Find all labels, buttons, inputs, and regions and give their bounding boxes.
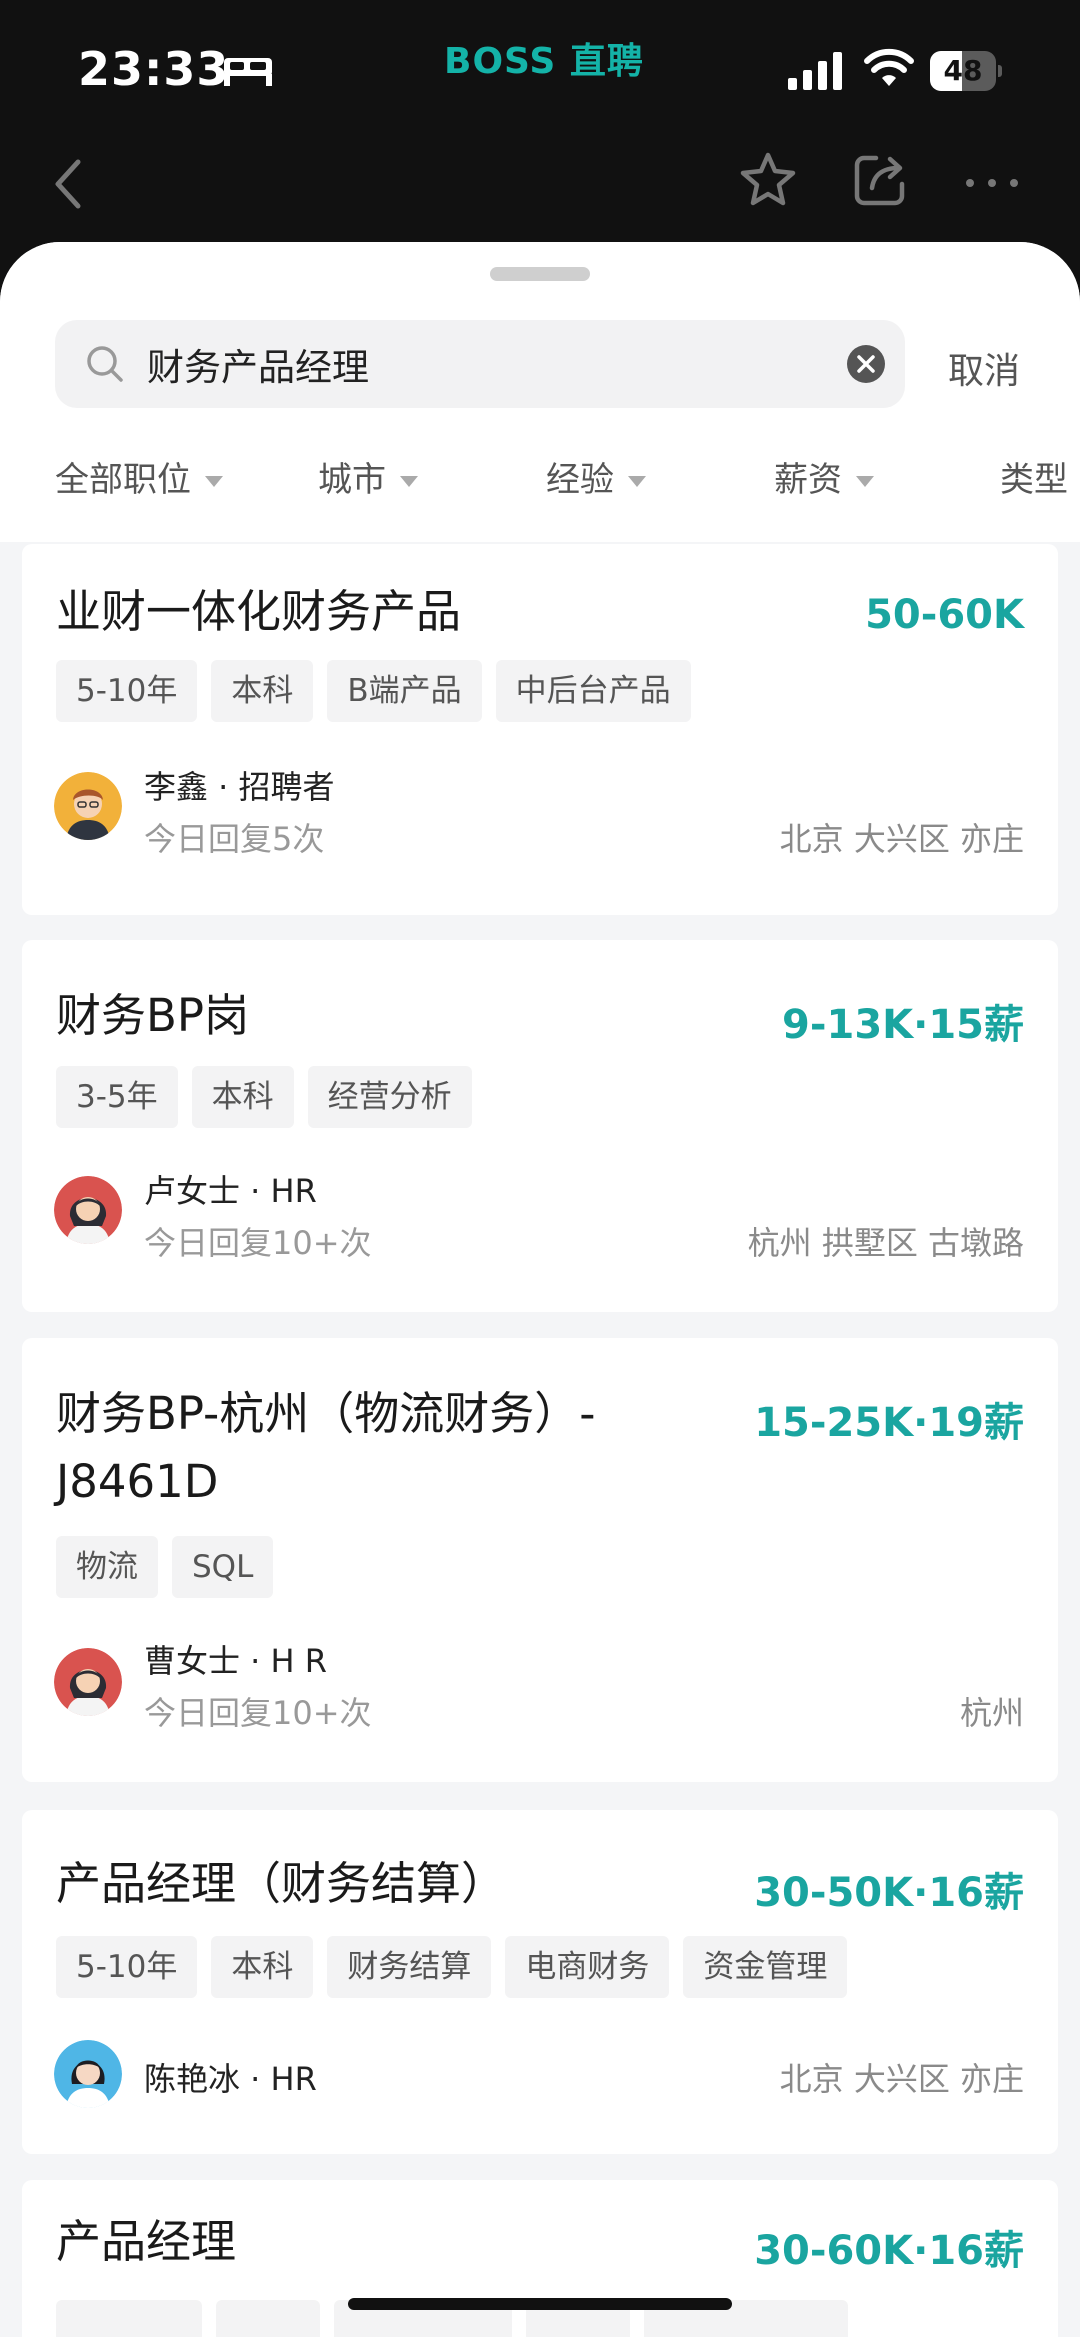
job-tag: 物流 xyxy=(56,1536,158,1598)
sheet-header: 取消 全部职位 城市 经验 薪资 类型 xyxy=(0,242,1080,542)
job-tag: 资金管理 xyxy=(683,1936,848,1998)
app-brand: BOSS 直聘 xyxy=(444,41,644,82)
back-icon[interactable] xyxy=(48,156,88,212)
job-salary: 30-60K·16薪 xyxy=(754,2228,1024,2274)
filter-experience[interactable]: 经验 xyxy=(546,452,646,501)
job-title: 财务BP岗 xyxy=(56,989,250,1042)
recruiter-name: 李鑫 · 招聘者 xyxy=(144,768,335,806)
job-tag xyxy=(216,2300,320,2337)
search-box[interactable] xyxy=(55,320,905,408)
job-title: 业财一体化财务产品 xyxy=(56,585,462,638)
job-tag: 本科 xyxy=(211,1936,314,1998)
job-tags: 5-10年 本科 B端产品 中后台产品 xyxy=(56,660,705,722)
job-tag: 经营分析 xyxy=(307,1066,472,1128)
reply-status: 今日回复5次 xyxy=(144,820,325,858)
job-tags: 5-10年 本科 财务结算 电商财务 资金管理 xyxy=(56,1936,861,1998)
chevron-down-icon xyxy=(628,476,646,487)
job-tag: 财务结算 xyxy=(327,1936,492,1998)
job-tag: 本科 xyxy=(191,1066,294,1128)
cancel-button[interactable]: 取消 xyxy=(948,342,1020,394)
job-location: 北京 大兴区 亦庄 xyxy=(779,820,1024,858)
job-tag xyxy=(56,2300,202,2337)
job-tag: 中后台产品 xyxy=(495,660,691,722)
job-location: 杭州 拱墅区 古墩路 xyxy=(747,1224,1024,1262)
wifi-icon xyxy=(864,48,914,86)
share-icon[interactable] xyxy=(852,152,908,208)
filter-all-positions[interactable]: 全部职位 xyxy=(55,452,223,501)
job-title: 产品经理（财务结算） xyxy=(56,1857,507,1910)
favorite-star-icon[interactable] xyxy=(738,150,798,210)
job-location: 北京 大兴区 亦庄 xyxy=(779,2060,1024,2098)
job-tags: 物流 SQL xyxy=(56,1536,287,1598)
cellular-signal-icon xyxy=(788,52,842,90)
status-bar: 23:33 BOSS 直聘 48 xyxy=(0,0,1080,130)
home-indicator xyxy=(348,2298,732,2310)
job-tag: SQL xyxy=(172,1536,274,1598)
job-salary: 9-13K·15薪 xyxy=(782,1002,1024,1048)
recruiter-name: 曹女士 · H R xyxy=(144,1642,327,1680)
filter-salary[interactable]: 薪资 xyxy=(774,452,874,501)
job-tag: 3-5年 xyxy=(56,1066,178,1128)
job-card[interactable]: 产品经理 30-60K·16薪 xyxy=(22,2180,1058,2337)
search-input[interactable] xyxy=(147,320,787,408)
reply-status: 今日回复10+次 xyxy=(144,1694,372,1732)
job-tags: 3-5年 本科 经营分析 xyxy=(56,1066,486,1128)
reply-status: 今日回复10+次 xyxy=(144,1224,372,1262)
job-tag: B端产品 xyxy=(327,660,482,722)
job-card[interactable]: 财务BP-杭州（物流财务）- J8461D 15-25K·19薪 物流 SQL 曹… xyxy=(22,1338,1058,1782)
battery-indicator: 48 xyxy=(930,51,1002,91)
job-salary: 15-25K·19薪 xyxy=(754,1400,1024,1446)
job-salary: 50-60K xyxy=(865,592,1024,638)
recruiter-name: 陈艳冰 · HR xyxy=(144,2060,317,2098)
job-title: 产品经理 xyxy=(56,2215,237,2268)
job-salary: 30-50K·16薪 xyxy=(754,1870,1024,1916)
job-tag: 5-10年 xyxy=(56,660,198,722)
status-time: 23:33 xyxy=(78,42,230,96)
clear-search-icon[interactable] xyxy=(847,345,885,383)
recruiter-avatar xyxy=(54,1648,122,1716)
job-card[interactable]: 产品经理（财务结算） 30-50K·16薪 5-10年 本科 财务结算 电商财务 资金管… xyxy=(22,1810,1058,2154)
filter-bar: 全部职位 城市 经验 薪资 类型 xyxy=(0,442,1080,512)
recruiter-avatar xyxy=(54,772,122,840)
sheet-grabber[interactable] xyxy=(490,267,590,281)
chevron-down-icon xyxy=(400,476,418,487)
battery-level: 48 xyxy=(943,54,983,87)
recruiter-avatar xyxy=(54,2040,122,2108)
search-sheet: 取消 全部职位 城市 经验 薪资 类型 业财一体化财务产品 50-60K 5-1… xyxy=(0,242,1080,2337)
filter-type[interactable]: 类型 xyxy=(1000,452,1068,501)
chevron-down-icon xyxy=(856,476,874,487)
chevron-down-icon xyxy=(205,476,223,487)
job-tag: 5-10年 xyxy=(56,1936,198,1998)
recruiter-avatar xyxy=(54,1176,122,1244)
job-title-line1: 财务BP-杭州（物流财务）- xyxy=(56,1387,596,1440)
filter-city[interactable]: 城市 xyxy=(318,452,418,501)
job-location: 杭州 xyxy=(959,1694,1024,1732)
recruiter-name: 卢女士 · HR xyxy=(144,1172,317,1210)
job-tag: 电商财务 xyxy=(505,1936,670,1998)
job-card[interactable]: 业财一体化财务产品 50-60K 5-10年 本科 B端产品 中后台产品 李鑫 · 招… xyxy=(22,544,1058,915)
search-icon xyxy=(87,346,123,382)
job-tag: 本科 xyxy=(211,660,314,722)
job-title-line2: J8461D xyxy=(56,1455,219,1508)
sleep-focus-icon xyxy=(224,58,272,86)
more-options-icon[interactable] xyxy=(962,166,1022,200)
job-card[interactable]: 财务BP岗 9-13K·15薪 3-5年 本科 经营分析 卢女士 · HR 今日回复… xyxy=(22,940,1058,1312)
